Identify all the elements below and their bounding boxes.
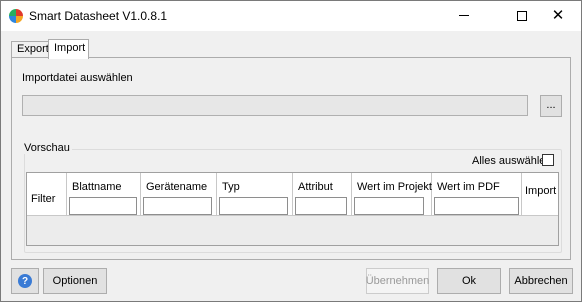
filter-input-wert-im-pdf[interactable] <box>434 197 519 215</box>
filter-input-typ[interactable] <box>219 197 288 215</box>
column-blattname: Blattname <box>67 173 141 216</box>
filter-input-wert-im-projekt[interactable] <box>354 197 424 215</box>
window-title: Smart Datasheet V1.0.8.1 <box>29 9 168 23</box>
column-header: Blattname <box>72 181 122 193</box>
column-header: Attribut <box>298 181 333 193</box>
question-icon: ? <box>18 274 32 288</box>
maximize-icon <box>517 10 527 21</box>
preview-grid[interactable]: Filter Blattname Gerätename Typ Attribut <box>26 172 559 246</box>
cancel-button-label: Abbrechen <box>514 275 568 287</box>
import-file-field[interactable] <box>22 95 528 116</box>
app-logo-icon <box>9 9 23 23</box>
options-button[interactable]: Optionen <box>43 268 107 294</box>
help-button[interactable]: ? <box>11 268 39 294</box>
app-window: Smart Datasheet V1.0.8.1 ✕ Export Import… <box>0 0 582 302</box>
minimize-button[interactable] <box>441 1 487 30</box>
import-tab-panel: Importdatei auswählen ... Vorschau Alles… <box>11 57 571 260</box>
select-all-checkbox[interactable] <box>542 154 554 166</box>
column-import: Import <box>522 173 558 216</box>
column-attribut: Attribut <box>293 173 352 216</box>
select-all-label: Alles auswählen <box>472 155 552 167</box>
apply-button[interactable]: Übernehmen <box>366 268 429 294</box>
column-header: Typ <box>222 181 240 193</box>
import-file-label: Importdatei auswählen <box>22 72 133 84</box>
column-wert-im-projekt: Wert im Projekt <box>352 173 432 216</box>
ok-button[interactable]: Ok <box>437 268 501 294</box>
row-header-column: Filter <box>27 173 67 216</box>
filter-input-blattname[interactable] <box>69 197 137 215</box>
browse-button[interactable]: ... <box>540 95 562 117</box>
column-geraetename: Gerätename <box>141 173 217 216</box>
options-button-label: Optionen <box>52 275 98 287</box>
column-header: Import <box>525 185 557 197</box>
preview-group-label: Vorschau <box>24 142 72 154</box>
column-header: Wert im Projekt <box>357 181 432 193</box>
minimize-icon <box>459 15 469 16</box>
column-wert-im-pdf: Wert im PDF <box>432 173 522 216</box>
filter-row-label: Filter <box>31 193 56 205</box>
preview-grid-header: Filter Blattname Gerätename Typ Attribut <box>27 173 558 216</box>
close-icon: ✕ <box>551 7 565 24</box>
tab-import[interactable]: Import <box>48 39 89 59</box>
tab-export[interactable]: Export <box>11 41 49 58</box>
filter-input-attribut[interactable] <box>295 197 347 215</box>
filter-input-geraetename[interactable] <box>143 197 212 215</box>
close-button[interactable]: ✕ <box>535 1 581 30</box>
column-header: Wert im PDF <box>437 181 500 193</box>
title-bar: Smart Datasheet V1.0.8.1 ✕ <box>1 1 581 31</box>
column-typ: Typ <box>217 173 293 216</box>
apply-button-label: Übernehmen <box>365 275 430 287</box>
column-header: Gerätename <box>146 181 208 193</box>
ok-button-label: Ok <box>461 275 477 287</box>
cancel-button[interactable]: Abbrechen <box>509 268 573 294</box>
